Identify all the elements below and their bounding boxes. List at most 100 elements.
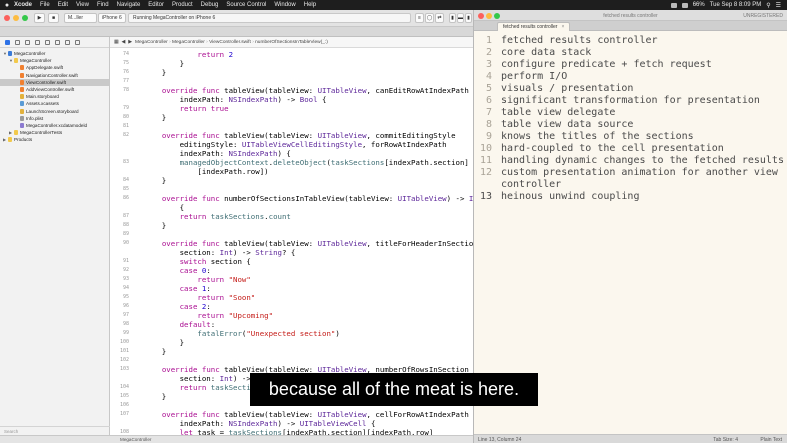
symbol-navigator-icon[interactable] bbox=[15, 39, 20, 45]
code-line[interactable]: 76 } bbox=[110, 68, 473, 77]
menu-view[interactable]: View bbox=[76, 2, 89, 8]
code-line[interactable]: 79 return true bbox=[110, 104, 473, 113]
menu-edit[interactable]: Edit bbox=[58, 2, 68, 8]
line-number[interactable]: 95 bbox=[110, 293, 129, 302]
related-items-icon[interactable]: ▦ bbox=[114, 40, 119, 45]
file-tree-row[interactable]: ViewController.swift bbox=[0, 78, 109, 86]
code-line[interactable]: 89 bbox=[110, 230, 473, 239]
line-number[interactable]: 105 bbox=[110, 392, 129, 401]
stop-button[interactable]: ■ bbox=[48, 13, 59, 23]
code-line[interactable]: 97 return "Upcoming" bbox=[110, 311, 473, 320]
line-number[interactable]: 99 bbox=[110, 329, 129, 338]
code-line[interactable]: 74 return 2 bbox=[110, 50, 473, 59]
code-line[interactable]: 77 bbox=[110, 77, 473, 86]
back-icon[interactable]: ◀ bbox=[122, 40, 126, 45]
line-number[interactable]: 101 bbox=[110, 347, 129, 356]
code-line[interactable]: 85 bbox=[110, 185, 473, 194]
code-line[interactable]: [indexPath.row]) bbox=[110, 167, 473, 176]
breakpoint-navigator-icon[interactable] bbox=[65, 39, 70, 45]
wifi-icon[interactable] bbox=[670, 2, 677, 8]
code-line[interactable]: 83 managedObjectContext.deleteObject(tas… bbox=[110, 158, 473, 167]
code-line[interactable]: 101 } bbox=[110, 347, 473, 356]
line-number[interactable]: 81 bbox=[110, 122, 129, 131]
line-number[interactable]: 106 bbox=[110, 401, 129, 410]
line-number[interactable]: 96 bbox=[110, 302, 129, 311]
code-line[interactable]: 91 switch section { bbox=[110, 257, 473, 266]
line-number[interactable]: 93 bbox=[110, 275, 129, 284]
code-line[interactable]: 100 } bbox=[110, 338, 473, 347]
line-number[interactable]: 91 bbox=[110, 257, 129, 266]
code-line[interactable]: { bbox=[110, 203, 473, 212]
file-tree-row[interactable]: AddViewController.swift bbox=[0, 86, 109, 93]
line-number[interactable]: 82 bbox=[110, 131, 129, 140]
search-icon[interactable]: ⚲ bbox=[766, 2, 770, 9]
jump-bar-item[interactable]: MegaController bbox=[172, 40, 205, 45]
project-navigator-icon[interactable] bbox=[5, 39, 10, 45]
close-tab-icon[interactable]: × bbox=[561, 24, 564, 30]
line-number[interactable]: 89 bbox=[110, 230, 129, 239]
code-line[interactable]: 102 bbox=[110, 356, 473, 365]
menu-clock[interactable]: Tue Sep 8 8:09 PM bbox=[710, 2, 761, 8]
line-number[interactable]: 90 bbox=[110, 239, 129, 248]
utilities-toggle-button[interactable]: ▮ bbox=[465, 13, 472, 23]
device-selector[interactable]: iPhone 6 bbox=[98, 13, 126, 23]
jump-bar-item[interactable]: ViewController.swift bbox=[209, 40, 251, 45]
file-tree-row[interactable]: AppDelegate.swift bbox=[0, 64, 109, 71]
line-number[interactable]: 79 bbox=[110, 104, 129, 113]
line-number[interactable]: 88 bbox=[110, 221, 129, 230]
code-line[interactable]: 95 return "Soon" bbox=[110, 293, 473, 302]
minimize-window-button[interactable] bbox=[13, 15, 19, 21]
navigator-filter-field[interactable]: Search bbox=[0, 426, 110, 435]
scheme-selector[interactable]: M...ller bbox=[64, 13, 97, 23]
line-number[interactable]: 85 bbox=[110, 185, 129, 194]
file-tree-row[interactable]: MegaController.xcdatamodeld bbox=[0, 122, 109, 129]
find-navigator-icon[interactable] bbox=[25, 39, 30, 45]
document-tab[interactable]: fetched results controller × bbox=[497, 22, 571, 31]
code-line[interactable]: 99 fatalError("Unexpected section") bbox=[110, 329, 473, 338]
code-line[interactable]: 93 return "Now" bbox=[110, 275, 473, 284]
code-line[interactable]: 87 return taskSections.count bbox=[110, 212, 473, 221]
code-line[interactable]: indexPath: NSIndexPath) -> Bool { bbox=[110, 95, 473, 104]
code-line[interactable]: editingStyle: UITableViewCellEditingStyl… bbox=[110, 140, 473, 149]
line-number[interactable]: 74 bbox=[110, 50, 129, 59]
line-number[interactable]: 86 bbox=[110, 194, 129, 203]
code-line[interactable]: 90 override func tableView(tableView: UI… bbox=[110, 239, 473, 248]
jump-bar-item[interactable]: numberOfSectionsInTableView(_:) bbox=[255, 40, 328, 45]
assistant-editor-button[interactable]: ◯ bbox=[425, 13, 434, 23]
code-line[interactable]: 94 case 1: bbox=[110, 284, 473, 293]
menu-help[interactable]: Help bbox=[304, 2, 316, 8]
file-tree-row[interactable]: Main.storyboard bbox=[0, 93, 109, 100]
standard-editor-button[interactable]: ≡ bbox=[415, 13, 424, 23]
code-line[interactable]: indexPath: NSIndexPath) -> UITableViewCe… bbox=[110, 419, 473, 428]
code-line[interactable]: 78 override func tableView(tableView: UI… bbox=[110, 86, 473, 95]
code-line[interactable]: 88 } bbox=[110, 221, 473, 230]
code-line[interactable]: 80 } bbox=[110, 113, 473, 122]
code-line[interactable]: 107 override func tableView(tableView: U… bbox=[110, 410, 473, 419]
forward-icon[interactable]: ▶ bbox=[128, 40, 132, 45]
code-line[interactable]: 84 } bbox=[110, 176, 473, 185]
file-tree-row[interactable]: NavigationController.swift bbox=[0, 72, 109, 79]
file-tree-row[interactable]: ▶ MegaControllerTests bbox=[0, 129, 109, 136]
line-number[interactable]: 100 bbox=[110, 338, 129, 347]
line-number[interactable]: 77 bbox=[110, 77, 129, 86]
battery-level[interactable]: 66% bbox=[693, 2, 705, 8]
tab-size-selector[interactable]: Tab Size: 4 bbox=[713, 437, 738, 443]
apple-menu-icon[interactable]: ● bbox=[0, 2, 14, 9]
code-line[interactable]: 92 case 0: bbox=[110, 266, 473, 275]
file-tree-row[interactable]: ▼ MegaController bbox=[0, 57, 109, 64]
line-number[interactable]: 107 bbox=[110, 410, 129, 419]
debug-navigator-icon[interactable] bbox=[55, 39, 60, 45]
line-number[interactable]: 97 bbox=[110, 311, 129, 320]
run-button[interactable]: ▶ bbox=[34, 13, 45, 23]
menu-file[interactable]: File bbox=[40, 2, 50, 8]
line-number[interactable]: 92 bbox=[110, 266, 129, 275]
syntax-selector[interactable]: Plain Text bbox=[760, 437, 782, 443]
line-number[interactable]: 75 bbox=[110, 59, 129, 68]
debug-area-toggle-button[interactable]: ▬ bbox=[457, 13, 464, 23]
line-number[interactable]: 98 bbox=[110, 320, 129, 329]
menu-debug[interactable]: Debug bbox=[201, 2, 219, 8]
line-number[interactable]: 76 bbox=[110, 68, 129, 77]
issue-navigator-icon[interactable] bbox=[35, 39, 40, 45]
file-tree-row[interactable]: LaunchScreen.storyboard bbox=[0, 108, 109, 115]
line-number[interactable]: 108 bbox=[110, 428, 129, 435]
